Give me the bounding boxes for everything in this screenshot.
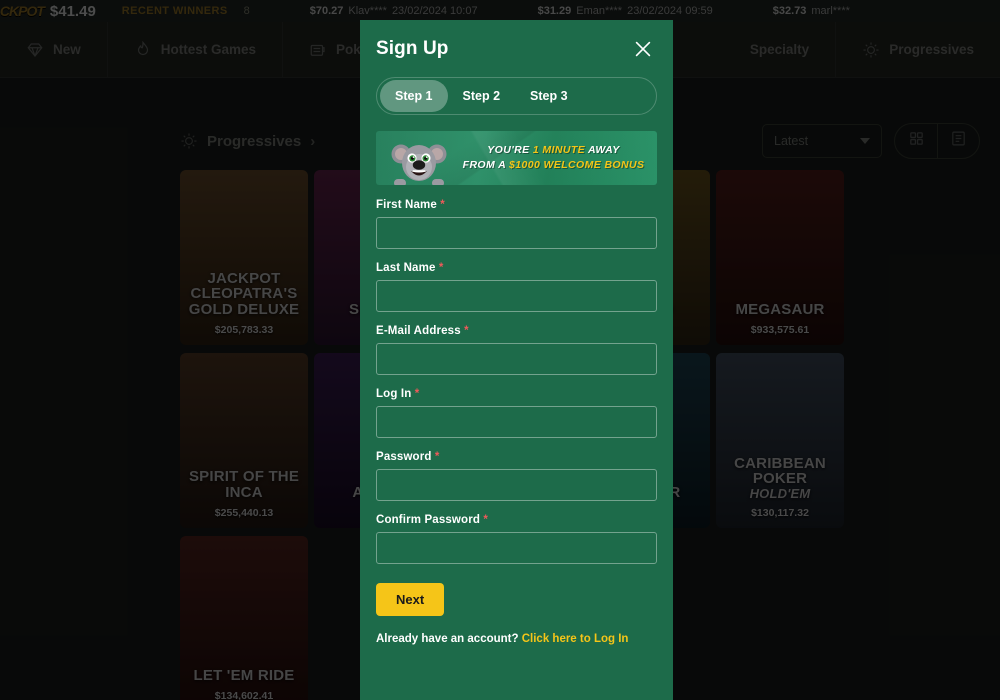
required-asterisk: * [434,451,440,463]
promo-line-2: FROM A $1000 WELCOME BONUS [458,158,649,173]
field-password: Password * [376,451,657,501]
required-asterisk: * [414,388,420,400]
login-link[interactable]: Click here to Log In [522,633,629,645]
required-asterisk: * [440,199,445,211]
promo-line-1: YOU'RE 1 MINUTE AWAY [458,143,649,158]
last-name-label: Last Name * [376,262,657,274]
field-login: Log In * [376,388,657,438]
tab-step-2[interactable]: Step 2 [448,80,516,112]
required-asterisk: * [464,325,469,337]
login-label-text: Log In [376,388,412,400]
tab-step-3-label: Step 3 [530,89,568,103]
welcome-bonus-banner[interactable]: YOU'RE 1 MINUTE AWAY FROM A $1000 WELCOM… [376,131,657,185]
promo-line-1-pre: YOU'RE [487,143,533,156]
password-input[interactable] [376,469,657,501]
app-root: JACKPOT $41.49 RECENT WINNERS 8 $70.27 K… [0,0,1000,700]
koala-mascot-icon [388,137,450,185]
tab-step-2-label: Step 2 [462,89,501,103]
field-last-name: Last Name * [376,262,657,312]
login-prompt-row: Already have an account? Click here to L… [376,633,657,645]
promo-text: YOU'RE 1 MINUTE AWAY FROM A $1000 WELCOM… [458,143,649,173]
modal-header: Sign Up [360,20,673,60]
promo-line-1-highlight: 1 MINUTE [532,143,586,156]
required-asterisk: * [483,514,489,526]
field-email: E-Mail Address * [376,325,657,375]
confirm-password-input[interactable] [376,532,657,564]
email-label: E-Mail Address * [376,325,657,337]
confirm-password-label-text: Confirm Password [376,514,481,526]
password-label-text: Password [376,451,432,463]
step-tabs: Step 1 Step 2 Step 3 [376,77,657,115]
close-icon[interactable] [632,38,654,60]
login-label: Log In * [376,388,657,400]
field-confirm-password: Confirm Password * [376,514,657,564]
tab-step-3[interactable]: Step 3 [515,80,583,112]
tab-step-1-label: Step 1 [395,89,433,103]
next-button[interactable]: Next [376,583,445,616]
field-first-name: First Name * [376,199,657,249]
login-prompt-text: Already have an account? [376,633,519,645]
last-name-label-text: Last Name [376,262,436,274]
first-name-label: First Name * [376,199,657,211]
modal-title: Sign Up [376,38,449,59]
email-label-text: E-Mail Address [376,325,461,337]
first-name-label-text: First Name [376,199,437,211]
password-label: Password * [376,451,657,463]
promo-line-2-highlight: $1000 WELCOME BONUS [508,159,645,171]
promo-line-1-post: AWAY [585,143,620,156]
tab-step-1[interactable]: Step 1 [380,80,448,112]
email-input[interactable] [376,343,657,375]
signup-form: First Name * Last Name * E-Mail Address … [360,185,673,700]
last-name-input[interactable] [376,280,657,312]
signup-modal: Sign Up Step 1 Step 2 Step 3 YOU'RE 1 MI… [360,20,673,700]
login-input[interactable] [376,406,657,438]
first-name-input[interactable] [376,217,657,249]
promo-line-2-pre: FROM A [462,159,509,171]
confirm-password-label: Confirm Password * [376,514,657,526]
required-asterisk: * [438,262,444,274]
